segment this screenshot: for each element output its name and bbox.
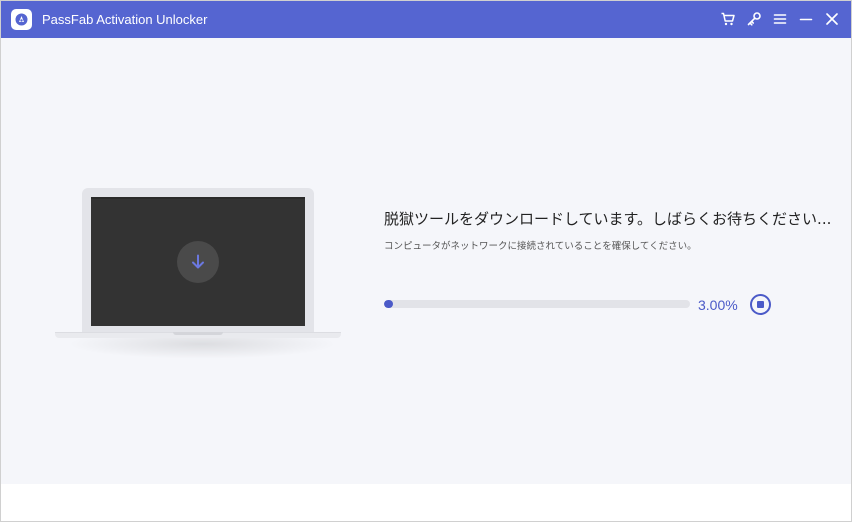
key-icon[interactable] — [744, 9, 764, 29]
network-hint-message: コンピュータがネットワークに接続されていることを確保してください。 — [384, 241, 697, 252]
download-arrow-icon — [177, 241, 219, 283]
stop-download-button[interactable] — [750, 294, 771, 315]
download-status-message: 脱獄ツールをダウンロードしています。しばらくお待ちください... — [384, 210, 832, 228]
download-progress-bar — [384, 300, 690, 308]
download-progress-percent: 3.00% — [698, 297, 738, 313]
app-logo-icon — [11, 9, 32, 30]
app-title: PassFab Activation Unlocker — [42, 12, 208, 27]
menu-icon[interactable] — [770, 9, 790, 29]
cart-icon[interactable] — [718, 9, 738, 29]
footer-area — [1, 484, 851, 521]
minimize-icon[interactable] — [796, 9, 816, 29]
app-window: PassFab Activation Unlocker 脱獄ツールをダウンロード… — [0, 0, 852, 522]
close-icon[interactable] — [822, 9, 842, 29]
laptop-notch — [173, 332, 223, 335]
title-bar: PassFab Activation Unlocker — [1, 1, 851, 38]
download-progress-fill — [384, 300, 394, 308]
stop-icon — [757, 301, 764, 308]
